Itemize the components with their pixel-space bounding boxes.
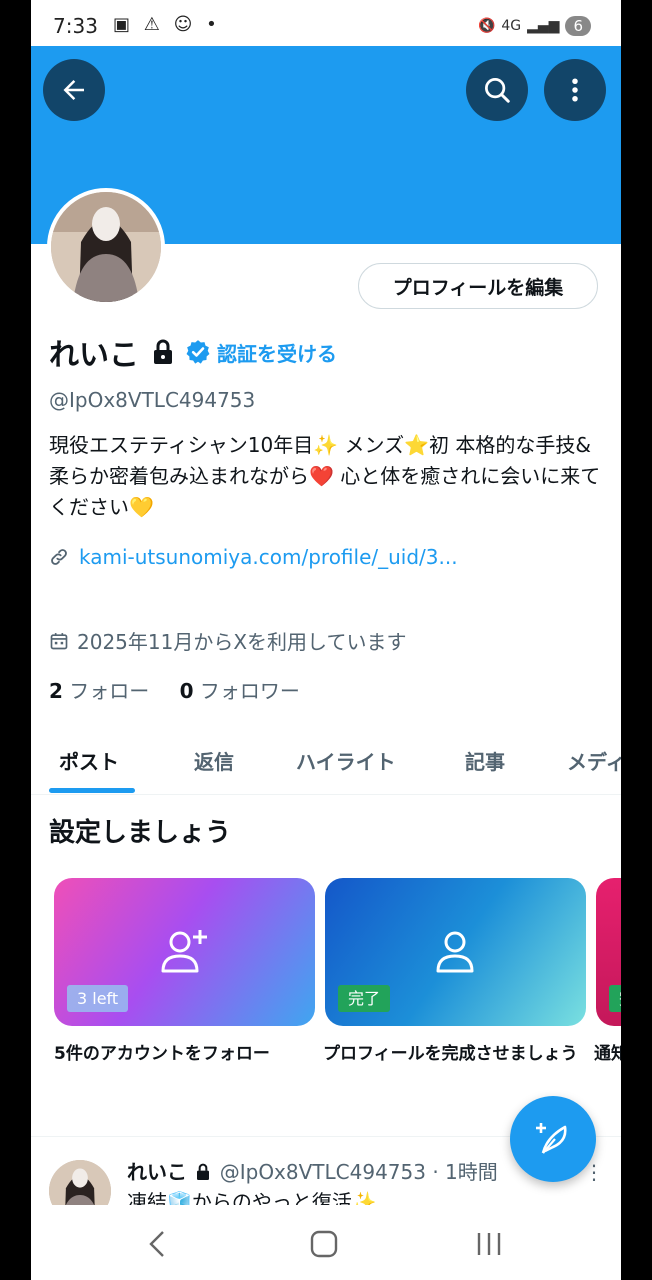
nav-home-icon[interactable] [309,1229,339,1259]
following-label: フォロー [69,679,150,703]
post-time: · 1時間 [432,1160,498,1184]
active-tab-indicator [49,788,135,793]
signal-icon: ▂▄▆ [527,18,560,34]
following-count: 2 [49,679,63,703]
joined-row: 2025年11月からXを利用しています [49,626,406,655]
nav-back-icon[interactable] [146,1229,170,1259]
more-vertical-icon [572,78,578,102]
more-button[interactable] [544,59,606,121]
profile-avatar[interactable] [47,188,165,306]
follow-counts: 2 フォロー 0 フォロワー [49,675,300,704]
tab-media[interactable]: メディ [567,746,621,775]
tab-posts[interactable]: ポスト [59,746,119,775]
back-button[interactable] [43,59,105,121]
tab-highlights[interactable]: ハイライト [296,746,396,775]
calendar-icon [50,632,68,649]
followers-label: フォロワー [199,679,300,703]
avatar-photo [51,192,161,302]
status-right: 🔇 4G ▂▄▆ 6 [478,16,591,36]
verified-badge-icon[interactable] [185,339,211,365]
joined-date: 2025年11月からXを利用しています [77,630,407,654]
followers-count: 0 [179,679,194,703]
setup-card-profile[interactable]: 完了 [325,878,586,1026]
setup-card-follow[interactable]: 3 left [54,878,315,1026]
edit-profile-button[interactable]: プロフィールを編集 [358,263,598,309]
status-time: 7:33 [53,14,98,38]
screen: 7:33 ▣ ⚠ ☺ • 🔇 4G ▂▄▆ 6 プロフィールを編集 れいこ 認証… [31,0,621,1280]
search-button[interactable] [466,59,528,121]
card-badge-complete-3: 完 [609,985,621,1012]
nav-recents-icon[interactable] [474,1229,504,1259]
setup-title: 設定しましょう [49,818,232,848]
notification-icons: ▣ ⚠ ☺ • [113,14,221,35]
add-user-icon [161,930,207,973]
name-row: れいこ 認証を受ける [49,330,337,374]
compose-feather-icon [536,1123,567,1154]
link-icon [51,549,67,565]
following-link[interactable]: 2 フォロー [49,679,149,703]
card-label-notifications: 通知 [594,1044,621,1064]
tab-replies[interactable]: 返信 [194,746,234,775]
network-label: 4G [501,18,522,34]
search-icon [485,78,510,103]
profile-link[interactable]: kami-utsunomiya.com/profile/_uid/3... [79,545,458,569]
compose-post-button[interactable] [510,1096,596,1182]
lock-icon [154,339,172,364]
post-lock-icon [197,1163,210,1180]
card-badge-complete: 完了 [338,985,391,1012]
system-nav-bar [31,1205,621,1280]
profile-name: れいこ [49,338,139,373]
mute-icon: 🔇 [477,18,496,34]
post-author-name[interactable]: れいこ [127,1160,187,1184]
get-verified-link[interactable]: 認証を受ける [217,338,337,367]
user-icon [436,931,474,973]
card-label-follow: 5件のアカウントをフォロー [54,1044,270,1064]
profile-tabs: ポスト 返信 ハイライト 記事 メディ [31,728,621,795]
battery-badge: 6 [565,16,591,36]
status-bar: 7:33 ▣ ⚠ ☺ • 🔇 4G ▂▄▆ 6 [31,0,621,46]
profile-handle: @IpOx8VTLC494753 [49,388,256,412]
card-badge-remaining: 3 left [67,985,129,1012]
post-header: れいこ @IpOx8VTLC494753 · 1時間 [127,1156,498,1185]
profile-link-row[interactable]: kami-utsunomiya.com/profile/_uid/3... [49,545,458,569]
post-author-handle[interactable]: @IpOx8VTLC494753 [220,1160,426,1184]
tab-articles[interactable]: 記事 [465,746,505,775]
followers-link[interactable]: 0 フォロワー [180,679,300,703]
card-label-profile: プロフィールを完成させましょう [323,1044,578,1064]
arrow-left-icon [63,80,84,100]
setup-card-notifications[interactable]: 完 [596,878,621,1026]
profile-bio: 現役エステティシャン10年目✨ メンズ⭐初 本格的な手技&柔らか密着包み込まれな… [49,433,601,519]
